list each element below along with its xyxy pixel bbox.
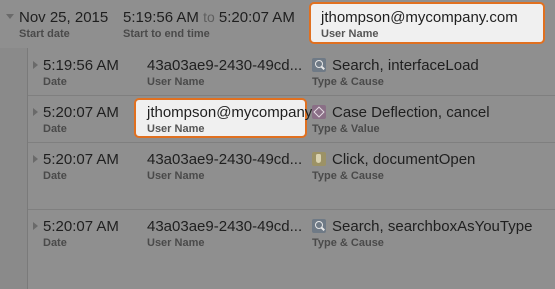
expand-caret-icon[interactable] [33,155,38,163]
click-icon [312,152,326,166]
collapse-caret-icon[interactable] [6,14,14,19]
event-time: 5:19:56 AM [43,57,119,74]
event-time-label: Date [43,76,67,88]
event-time: 5:20:07 AM [43,151,119,168]
event-time: 5:20:07 AM [43,104,119,121]
event-user: jthompson@mycompany... [147,104,324,121]
search-icon [312,58,326,72]
event-time-label: Date [43,170,67,182]
time-range: 5:19:56 AM to 5:20:07 AM [123,9,295,26]
event-row[interactable]: 5:20:07 AM Date 43a03ae9-2430-49cd... Us… [28,211,555,258]
event-user-label: User Name [147,237,205,249]
search-icon [312,219,326,233]
to-word: to [203,9,215,25]
event-row[interactable]: 5:20:07 AM Date jthompson@mycompany... U… [28,97,555,144]
end-time: 5:20:07 AM [218,9,295,26]
start-date: Nov 25, 2015 [19,9,109,26]
event-type: Click, documentOpen [332,151,476,168]
event-user-label: User Name [147,76,205,88]
time-range-label: Start to end time [123,28,210,40]
start-time: 5:19:56 AM [123,9,199,26]
event-user: 43a03ae9-2430-49cd... [147,57,303,74]
row-divider [28,142,555,143]
event-type: Search, interfaceLoad [332,57,479,74]
event-type-label: Type & Cause [312,237,384,249]
header-user-name: jthompson@mycompany.com [321,9,518,26]
row-divider [28,209,555,210]
event-type-label: Type & Cause [312,76,384,88]
expand-caret-icon[interactable] [33,222,38,230]
header-user-name-label: User Name [321,28,379,40]
event-row[interactable]: 5:19:56 AM Date 43a03ae9-2430-49cd... Us… [28,50,555,97]
header-user-name-cell[interactable]: jthompson@mycompany.com User Name [309,2,545,44]
visit-header[interactable]: Nov 25, 2015 Start date 5:19:56 AM to 5:… [0,0,555,49]
event-user-label: User Name [147,123,205,135]
event-user-label: User Name [147,170,205,182]
event-user-name-cell[interactable]: jthompson@mycompany... User Name [134,98,324,138]
case-deflection-icon [312,105,326,119]
event-time: 5:20:07 AM [43,218,119,235]
expand-caret-icon[interactable] [33,61,38,69]
event-type: Search, searchboxAsYouType [332,218,533,235]
event-user: 43a03ae9-2430-49cd... [147,218,303,235]
event-user: 43a03ae9-2430-49cd... [147,151,303,168]
event-time-label: Date [43,237,67,249]
expand-caret-icon[interactable] [33,108,38,116]
event-type-label: Type & Cause [312,170,384,182]
event-type: Case Deflection, cancel [332,104,490,121]
row-divider [28,95,555,96]
event-time-label: Date [43,123,67,135]
event-row[interactable]: 5:20:07 AM Date 43a03ae9-2430-49cd... Us… [28,144,555,191]
start-date-label: Start date [19,28,70,40]
left-gutter [0,48,28,289]
event-type-label: Type & Value [312,123,380,135]
